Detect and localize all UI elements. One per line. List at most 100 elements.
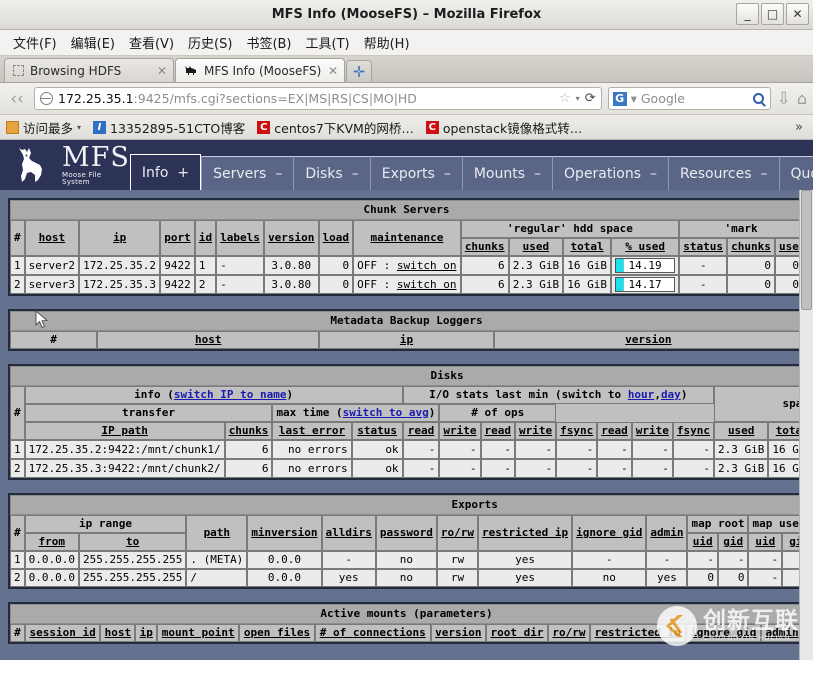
menu-history[interactable]: 历史(S) bbox=[181, 31, 239, 54]
menubar: 文件(F) 编辑(E) 查看(V) 历史(S) 书签(B) 工具(T) 帮助(H… bbox=[0, 30, 813, 56]
cell-num: 1 bbox=[10, 256, 25, 275]
bookmarks-overflow-button[interactable]: » bbox=[795, 120, 807, 135]
metaloggers-table: Metadata Backup Loggers # host ip versio… bbox=[8, 309, 805, 351]
plus-icon[interactable]: + bbox=[177, 165, 189, 181]
cell-maxtime-fsync: - bbox=[556, 440, 597, 459]
col-id: id bbox=[195, 220, 216, 256]
maximize-button[interactable]: □ bbox=[761, 3, 784, 25]
nav-tab-quota[interactable]: Quo bbox=[779, 156, 813, 190]
back-forward-icon[interactable]: ‹‹ bbox=[6, 89, 28, 109]
bookmark-centos7-kvm[interactable]: C centos7下KVM的网桥… bbox=[257, 118, 414, 137]
bookmark-openstack-image[interactable]: C openstack镜像格式转… bbox=[426, 118, 582, 137]
nav-tab-servers[interactable]: Servers – bbox=[201, 156, 293, 190]
page-scrollbar[interactable] bbox=[799, 190, 813, 660]
nav-tab-mounts[interactable]: Mounts – bbox=[462, 156, 552, 190]
search-input[interactable]: Google bbox=[641, 91, 749, 106]
close-icon[interactable]: ✕ bbox=[328, 64, 338, 78]
mfs-header: MFS Moose File System Info + Servers – D… bbox=[0, 140, 813, 190]
minus-icon[interactable]: – bbox=[650, 166, 657, 182]
cell-ignore-gid: - bbox=[572, 551, 646, 569]
nav-tab-operations[interactable]: Operations – bbox=[552, 156, 668, 190]
minus-icon[interactable]: – bbox=[534, 166, 541, 182]
close-icon[interactable]: ✕ bbox=[157, 64, 167, 78]
col-transfer-write: write bbox=[439, 422, 480, 440]
col-port: port bbox=[160, 220, 195, 256]
group-info: info (switch IP to name) bbox=[25, 386, 403, 404]
new-tab-button[interactable]: ✛ bbox=[346, 60, 372, 82]
mfs-wordmark: MFS Moose File System bbox=[62, 144, 130, 186]
close-button[interactable]: ✕ bbox=[786, 3, 809, 25]
switch-ip-to-name-link[interactable]: switch IP to name bbox=[174, 388, 287, 401]
url-bar[interactable]: 172.25.35.1:9425/mfs.cgi?sections=EX|MS|… bbox=[34, 87, 602, 110]
cell-maintenance: OFF : switch on bbox=[353, 256, 461, 275]
col-restricted-ip: restricted ip bbox=[590, 624, 686, 642]
col-users-uid: uid bbox=[748, 533, 782, 551]
home-icon[interactable]: ⌂ bbox=[797, 89, 807, 108]
switch-on-link[interactable]: switch on bbox=[397, 278, 457, 291]
window-titlebar: MFS Info (MooseFS) – Mozilla Firefox _ □… bbox=[0, 0, 813, 30]
menu-edit[interactable]: 编辑(E) bbox=[64, 31, 122, 54]
bookmark-most-visited[interactable]: 访问最多 ▾ bbox=[6, 118, 81, 137]
cell-status: ok bbox=[352, 459, 403, 478]
nav-tab-disks[interactable]: Disks – bbox=[293, 156, 369, 190]
col-restricted-ip: restricted ip bbox=[478, 515, 572, 551]
col-labels: labels bbox=[216, 220, 264, 256]
cell-status: ok bbox=[352, 440, 403, 459]
menu-file[interactable]: 文件(F) bbox=[6, 31, 64, 54]
menu-tools[interactable]: 工具(T) bbox=[299, 31, 357, 54]
col-num: # bbox=[10, 515, 25, 551]
chevron-down-icon[interactable]: ▾ bbox=[77, 123, 81, 132]
cell-alldirs: - bbox=[322, 551, 376, 569]
col-space-used: used bbox=[714, 422, 768, 440]
reload-icon[interactable]: ⟳ bbox=[585, 91, 596, 106]
search-bar[interactable]: G ▾ Google bbox=[608, 87, 771, 110]
cell-users-uid: - bbox=[748, 569, 782, 587]
switch-hour-link[interactable]: hour bbox=[628, 388, 655, 401]
minimize-button[interactable]: _ bbox=[736, 3, 759, 25]
switch-to-avg-link[interactable]: switch to avg bbox=[343, 406, 429, 419]
col-num: # bbox=[10, 331, 97, 349]
nav-tab-resources[interactable]: Resources – bbox=[668, 156, 779, 190]
col-alldirs: alldirs bbox=[322, 515, 376, 551]
cell-maxtime-write: - bbox=[515, 440, 556, 459]
chevron-down-icon[interactable]: ▾ bbox=[631, 91, 637, 106]
nav-tab-info[interactable]: Info + bbox=[130, 154, 201, 190]
minus-icon[interactable]: – bbox=[352, 166, 359, 182]
cell-id: 1 bbox=[195, 256, 216, 275]
col-transfer-read: read bbox=[403, 422, 440, 440]
col-admin: admin bbox=[646, 515, 687, 551]
menu-bookmarks[interactable]: 书签(B) bbox=[239, 31, 298, 54]
tabbar: Browsing HDFS ✕ MFS Info (MooseFS) ✕ ✛ bbox=[0, 56, 813, 83]
switch-day-link[interactable]: day bbox=[661, 388, 681, 401]
minus-icon[interactable]: – bbox=[444, 166, 451, 182]
menu-view[interactable]: 查看(V) bbox=[122, 31, 181, 54]
tab-mfs-info[interactable]: MFS Info (MooseFS) ✕ bbox=[175, 58, 345, 82]
cell-labels: - bbox=[216, 256, 264, 275]
page-content: Chunk Servers # host ip port id labels v… bbox=[0, 190, 813, 660]
nav-label: Disks bbox=[305, 166, 342, 182]
sub-maxtime: max time (switch to avg) bbox=[272, 404, 439, 422]
col-from: from bbox=[25, 533, 79, 551]
downloads-icon[interactable]: ⇩ bbox=[777, 89, 791, 109]
cell-status: - bbox=[679, 256, 727, 275]
col-used: used bbox=[509, 238, 564, 256]
minus-icon[interactable]: – bbox=[761, 166, 768, 182]
chevron-down-icon[interactable]: ▾ bbox=[576, 94, 580, 103]
cell-ip-path: 172.25.35.2:9422:/mnt/chunk1/ bbox=[25, 440, 225, 459]
url-host: 172.25.35.1 bbox=[58, 91, 134, 106]
cell-alldirs: yes bbox=[322, 569, 376, 587]
table-section-header: Chunk Servers bbox=[10, 200, 803, 220]
bookmark-star-icon[interactable]: ☆ bbox=[559, 91, 571, 106]
usage-bar-value: 14.17 bbox=[616, 278, 674, 291]
tab-browsing-hdfs[interactable]: Browsing HDFS ✕ bbox=[4, 58, 174, 82]
exports-title: Exports bbox=[10, 495, 813, 515]
minus-icon[interactable]: – bbox=[275, 166, 282, 182]
bookmark-51cto[interactable]: I 13352895-51CTO博客 bbox=[93, 118, 245, 137]
scrollbar-thumb[interactable] bbox=[801, 190, 812, 310]
switch-on-link[interactable]: switch on bbox=[397, 259, 457, 272]
col-num-connections: # of connections bbox=[315, 624, 431, 642]
search-icon[interactable] bbox=[753, 93, 764, 104]
menu-help[interactable]: 帮助(H) bbox=[357, 31, 417, 54]
col-root-uid: uid bbox=[687, 533, 717, 551]
nav-tab-exports[interactable]: Exports – bbox=[370, 156, 462, 190]
